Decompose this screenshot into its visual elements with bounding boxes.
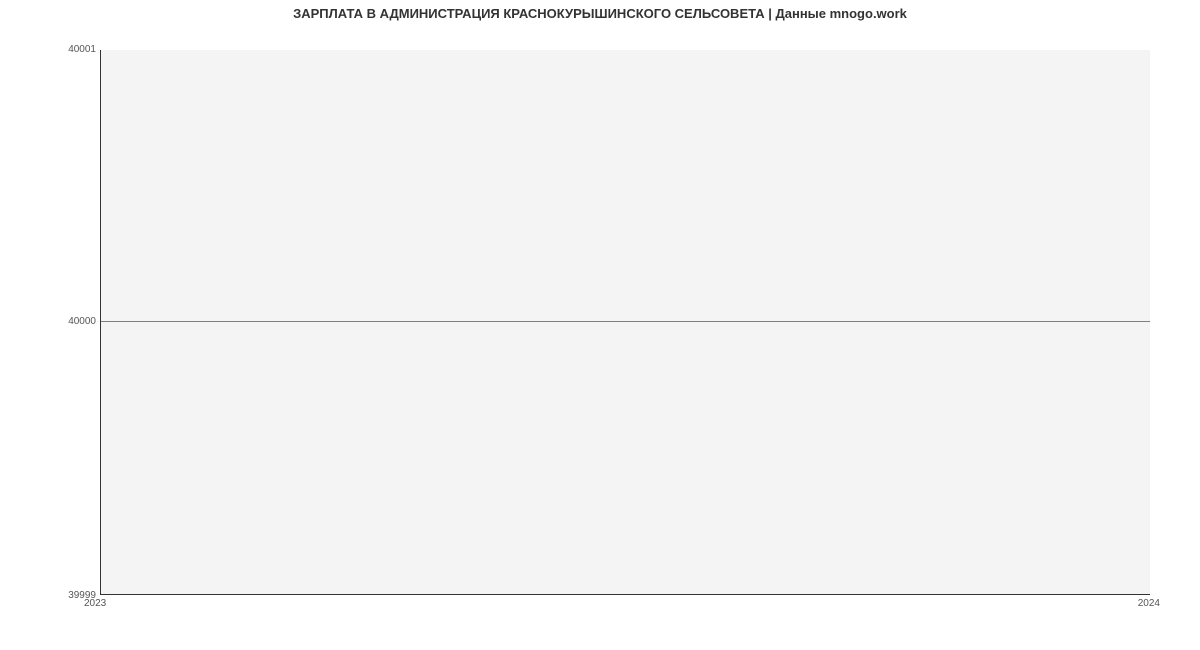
chart-title: ЗАРПЛАТА В АДМИНИСТРАЦИЯ КРАСНОКУРЫШИНСК… <box>0 6 1200 21</box>
y-tick-label: 40001 <box>68 44 96 55</box>
x-tick-label: 2024 <box>1138 598 1160 609</box>
chart-container: ЗАРПЛАТА В АДМИНИСТРАЦИЯ КРАСНОКУРЫШИНСК… <box>0 0 1200 650</box>
x-tick-label: 2023 <box>84 598 106 609</box>
y-tick-label: 40000 <box>68 316 96 327</box>
plot-area <box>100 50 1150 595</box>
data-line <box>101 321 1150 322</box>
